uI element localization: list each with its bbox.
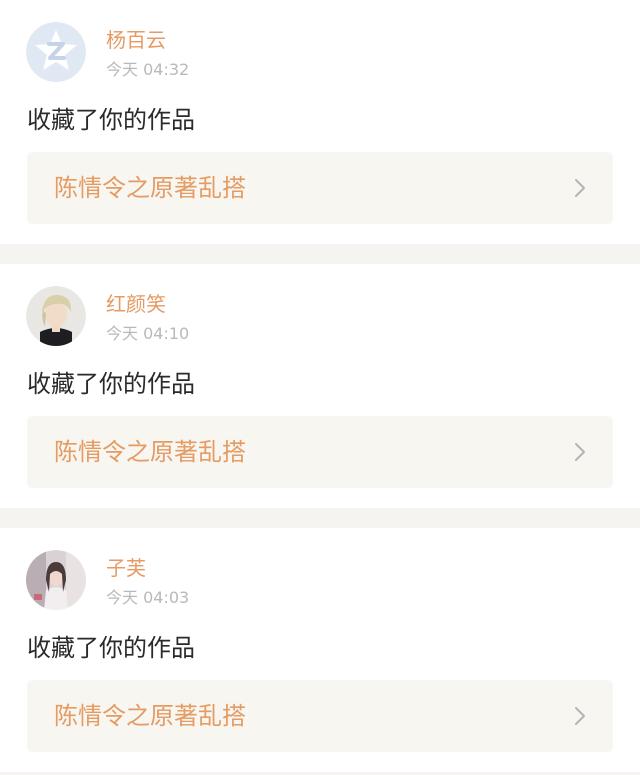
- username[interactable]: 子芙: [106, 556, 146, 580]
- timestamp: 今天 04:03: [106, 588, 190, 607]
- notification-card: 子芙 今天 04:03 收藏了你的作品 陈情令之原著乱搭: [0, 528, 640, 772]
- timestamp: 今天 04:10: [106, 324, 190, 343]
- work-title: 陈情令之原著乱搭: [54, 438, 246, 466]
- avatar[interactable]: [26, 550, 86, 610]
- z-logo-avatar-icon: [26, 22, 86, 82]
- work-title: 陈情令之原著乱搭: [54, 702, 246, 730]
- chevron-right-icon: [575, 443, 585, 461]
- avatar[interactable]: [26, 286, 86, 346]
- notification-card: 杨百云 今天 04:32 收藏了你的作品 陈情令之原著乱搭: [0, 0, 640, 244]
- chevron-right-icon: [575, 179, 585, 197]
- notification-card: 红颜笑 今天 04:10 收藏了你的作品 陈情令之原著乱搭: [0, 264, 640, 508]
- work-title: 陈情令之原著乱搭: [54, 174, 246, 202]
- avatar[interactable]: [26, 22, 86, 82]
- chevron-right-icon: [575, 707, 585, 725]
- action-text: 收藏了你的作品: [27, 370, 195, 398]
- username[interactable]: 红颜笑: [106, 292, 166, 316]
- timestamp: 今天 04:32: [106, 60, 190, 79]
- action-text: 收藏了你的作品: [27, 106, 195, 134]
- notification-feed: 杨百云 今天 04:32 收藏了你的作品 陈情令之原著乱搭 红颜笑 今天 04:…: [0, 0, 640, 775]
- work-link[interactable]: 陈情令之原著乱搭: [27, 416, 613, 488]
- photo-avatar-icon: [26, 550, 86, 610]
- divider: [0, 508, 640, 528]
- username[interactable]: 杨百云: [106, 28, 166, 52]
- divider: [0, 244, 640, 264]
- action-text: 收藏了你的作品: [27, 634, 195, 662]
- work-link[interactable]: 陈情令之原著乱搭: [27, 680, 613, 752]
- work-link[interactable]: 陈情令之原著乱搭: [27, 152, 613, 224]
- photo-avatar-icon: [26, 286, 86, 346]
